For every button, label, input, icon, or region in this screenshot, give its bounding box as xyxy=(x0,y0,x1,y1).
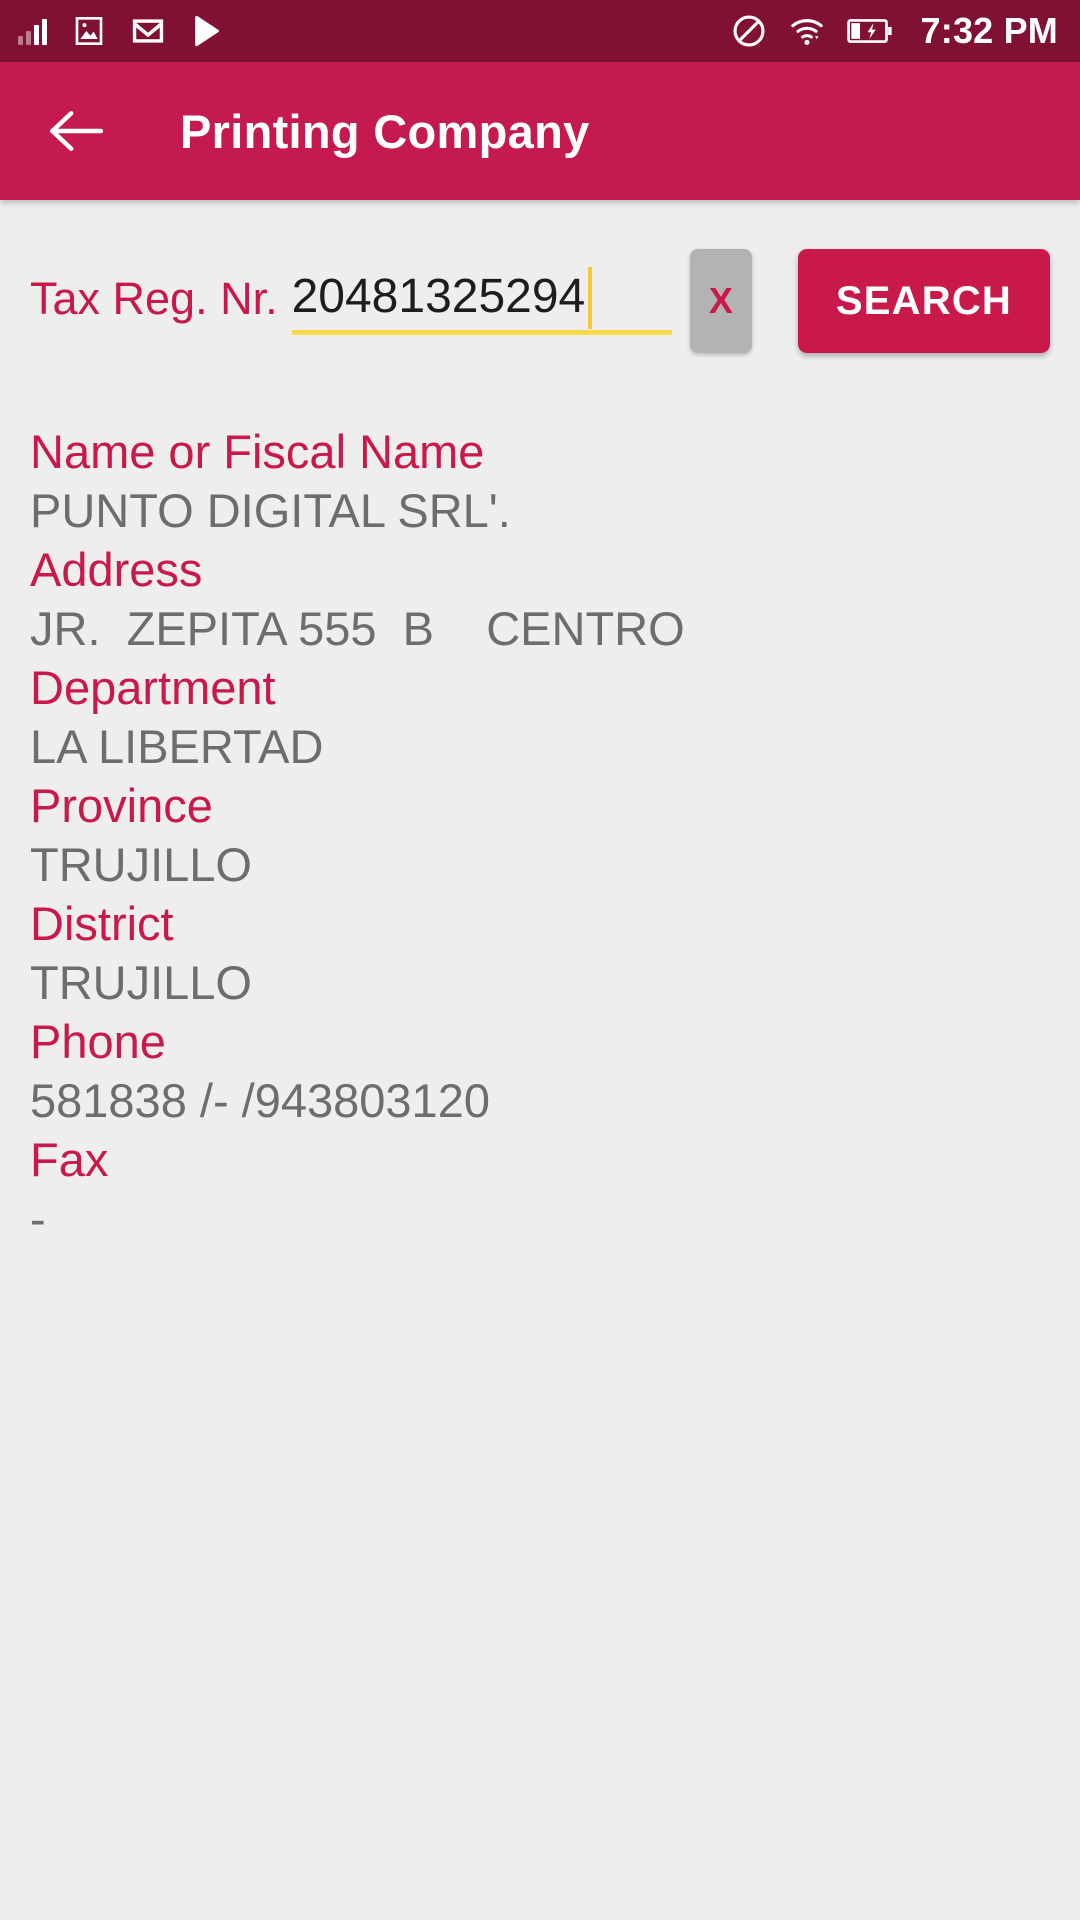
detail-value: TRUJILLO xyxy=(30,956,252,1009)
page-title: Printing Company xyxy=(180,104,590,158)
text-cursor xyxy=(588,267,593,329)
detail-item: District TRUJILLO xyxy=(30,894,1050,1012)
play-store-icon xyxy=(191,14,225,48)
detail-value: 581838 /- /943803120 xyxy=(30,1074,490,1127)
detail-value: - xyxy=(30,1192,46,1245)
detail-value: LA LIBERTAD xyxy=(30,720,324,773)
detail-label: Phone xyxy=(30,1015,166,1068)
search-bar: Tax Reg. Nr. 20481325294 X SEARCH xyxy=(0,200,1080,360)
do-not-disturb-icon xyxy=(731,13,767,49)
back-arrow-icon[interactable] xyxy=(46,100,108,162)
detail-value: JR. ZEPITA 555 B CENTRO xyxy=(30,602,685,655)
detail-label: District xyxy=(30,897,174,950)
clear-button[interactable]: X xyxy=(689,249,752,353)
status-bar-left-icons xyxy=(18,14,225,48)
gallery-image-icon xyxy=(73,15,105,47)
wifi-icon xyxy=(789,13,825,49)
app-screen: 7:32 PM Printing Company Tax Reg. Nr. 20… xyxy=(0,0,1080,1920)
detail-item: Department LA LIBERTAD xyxy=(30,658,1050,776)
detail-item: Province TRUJILLO xyxy=(30,776,1050,894)
tax-reg-input-value: 20481325294 xyxy=(291,270,586,323)
battery-charging-icon xyxy=(846,16,893,46)
detail-value: TRUJILLO xyxy=(30,838,252,891)
detail-item: Name or Fiscal Name PUNTO DIGITAL SRL'. xyxy=(30,422,1050,540)
detail-item: Address JR. ZEPITA 555 B CENTRO xyxy=(30,540,1050,658)
company-details-list: Name or Fiscal Name PUNTO DIGITAL SRL'. … xyxy=(0,360,1080,1248)
detail-label: Province xyxy=(30,779,213,832)
status-bar-clock: 7:32 PM xyxy=(920,10,1058,51)
detail-label: Department xyxy=(30,661,276,714)
tax-reg-input[interactable]: 20481325294 xyxy=(291,267,672,335)
status-bar: 7:32 PM xyxy=(0,0,1080,62)
status-bar-right-icons: 7:32 PM xyxy=(731,10,1058,52)
detail-label: Address xyxy=(30,543,203,596)
detail-label: Name or Fiscal Name xyxy=(30,425,485,478)
tax-reg-field-wrapper: Tax Reg. Nr. 20481325294 xyxy=(30,267,690,335)
gmail-icon xyxy=(131,14,165,48)
app-bar: Printing Company xyxy=(0,62,1080,200)
detail-item: Fax - xyxy=(30,1130,1050,1248)
search-button[interactable]: SEARCH xyxy=(797,249,1050,353)
detail-item: Phone 581838 /- /943803120 xyxy=(30,1012,1050,1130)
tax-reg-label: Tax Reg. Nr. xyxy=(30,273,278,324)
detail-label: Fax xyxy=(30,1133,109,1186)
detail-value: PUNTO DIGITAL SRL'. xyxy=(30,484,511,537)
signal-bars-icon xyxy=(18,17,47,45)
